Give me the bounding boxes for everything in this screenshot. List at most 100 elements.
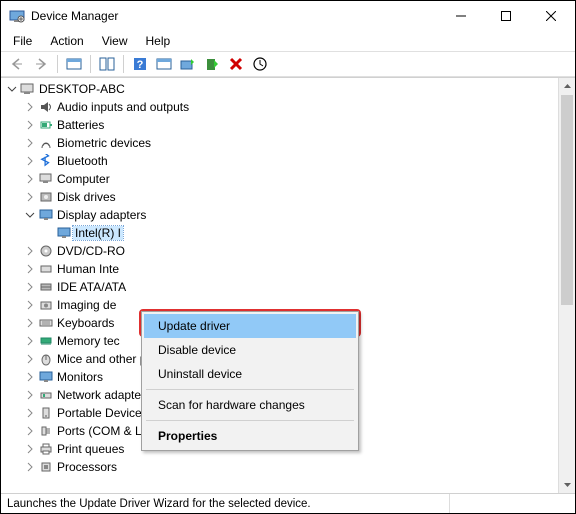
window-title: Device Manager bbox=[31, 9, 438, 23]
maximize-button[interactable] bbox=[483, 1, 528, 31]
vertical-scrollbar[interactable] bbox=[558, 78, 575, 493]
bluetooth-icon bbox=[37, 153, 55, 169]
tree-item[interactable]: DVD/CD-RO bbox=[1, 242, 558, 260]
menu-bar: File Action View Help bbox=[1, 31, 575, 51]
chevron-right-icon[interactable] bbox=[23, 300, 37, 310]
tree-item-label: Monitors bbox=[57, 370, 103, 384]
tree-item[interactable]: Human Inte bbox=[1, 260, 558, 278]
ctx-separator bbox=[146, 389, 354, 390]
chevron-right-icon[interactable] bbox=[23, 372, 37, 382]
mouse-icon bbox=[37, 351, 55, 367]
help-button[interactable]: ? bbox=[128, 53, 152, 75]
show-hidden-button[interactable] bbox=[62, 53, 86, 75]
tree-item[interactable]: IDE ATA/ATA bbox=[1, 278, 558, 296]
chevron-right-icon[interactable] bbox=[23, 102, 37, 112]
chevron-right-icon[interactable] bbox=[23, 120, 37, 130]
chevron-down-icon[interactable] bbox=[23, 210, 37, 220]
ctx-properties[interactable]: Properties bbox=[144, 424, 356, 448]
tree-item-label: Imaging de bbox=[57, 298, 116, 312]
tree-item-label: Print queues bbox=[57, 442, 124, 456]
tree-item-label: Portable Devices bbox=[57, 406, 148, 420]
scan-hardware-button[interactable] bbox=[152, 53, 176, 75]
chevron-right-icon[interactable] bbox=[23, 318, 37, 328]
content-area: DESKTOP-ABC Audio inputs and outputs Bat… bbox=[1, 77, 575, 493]
chevron-down-icon[interactable] bbox=[5, 84, 19, 94]
tree-item-label: Audio inputs and outputs bbox=[57, 100, 189, 114]
scroll-track[interactable] bbox=[559, 95, 575, 476]
dvd-icon bbox=[37, 243, 55, 259]
forward-button[interactable] bbox=[29, 53, 53, 75]
monitor-icon bbox=[37, 369, 55, 385]
chevron-right-icon[interactable] bbox=[23, 408, 37, 418]
chevron-right-icon[interactable] bbox=[23, 264, 37, 274]
menu-help[interactable]: Help bbox=[138, 33, 179, 49]
tree-item[interactable]: Bluetooth bbox=[1, 152, 558, 170]
tree-item-label: Intel(R) I bbox=[73, 226, 123, 240]
tree-item-label: Processors bbox=[57, 460, 117, 474]
ctx-disable-device[interactable]: Disable device bbox=[144, 338, 356, 362]
chevron-right-icon[interactable] bbox=[23, 138, 37, 148]
tree-item[interactable]: Audio inputs and outputs bbox=[1, 98, 558, 116]
chevron-right-icon[interactable] bbox=[23, 156, 37, 166]
update-driver-button[interactable] bbox=[176, 53, 200, 75]
status-text: Launches the Update Driver Wizard for th… bbox=[7, 498, 311, 510]
app-icon bbox=[9, 8, 25, 24]
menu-view[interactable]: View bbox=[94, 33, 136, 49]
ports-icon bbox=[37, 423, 55, 439]
camera-icon bbox=[37, 297, 55, 313]
tree-item-label: Disk drives bbox=[57, 190, 116, 204]
display-icon bbox=[55, 225, 73, 241]
toolbar: ? bbox=[1, 51, 575, 77]
menu-action[interactable]: Action bbox=[42, 33, 91, 49]
scroll-down-button[interactable] bbox=[559, 476, 575, 493]
ctx-scan-hardware[interactable]: Scan for hardware changes bbox=[144, 393, 356, 417]
tree-item[interactable]: Computer bbox=[1, 170, 558, 188]
chevron-right-icon[interactable] bbox=[23, 444, 37, 454]
tree-item[interactable]: Disk drives bbox=[1, 188, 558, 206]
chevron-right-icon[interactable] bbox=[23, 426, 37, 436]
chevron-right-icon[interactable] bbox=[23, 390, 37, 400]
scroll-thumb[interactable] bbox=[561, 95, 573, 305]
disk-icon bbox=[37, 189, 55, 205]
ctx-uninstall-device[interactable]: Uninstall device bbox=[144, 362, 356, 386]
properties-button[interactable] bbox=[95, 53, 119, 75]
context-menu: Update driver Disable device Uninstall d… bbox=[141, 311, 359, 451]
display-icon bbox=[37, 207, 55, 223]
chevron-right-icon[interactable] bbox=[23, 246, 37, 256]
chevron-right-icon[interactable] bbox=[23, 462, 37, 472]
chevron-right-icon[interactable] bbox=[23, 282, 37, 292]
back-button[interactable] bbox=[5, 53, 29, 75]
tree-item[interactable]: Processors bbox=[1, 458, 558, 476]
menu-file[interactable]: File bbox=[5, 33, 40, 49]
tree-item-label: Network adapters bbox=[57, 388, 151, 402]
ctx-update-driver[interactable]: Update driver bbox=[144, 314, 356, 338]
tree-item[interactable]: Batteries bbox=[1, 116, 558, 134]
computer-icon bbox=[37, 171, 55, 187]
minimize-button[interactable] bbox=[438, 1, 483, 31]
ide-icon bbox=[37, 279, 55, 295]
chevron-right-icon[interactable] bbox=[23, 336, 37, 346]
chevron-right-icon[interactable] bbox=[23, 354, 37, 364]
tree-root[interactable]: DESKTOP-ABC bbox=[1, 80, 558, 98]
status-segment bbox=[449, 494, 569, 513]
hid-icon bbox=[37, 261, 55, 277]
tree-root-label: DESKTOP-ABC bbox=[39, 82, 125, 96]
tree-item-label: Computer bbox=[57, 172, 110, 186]
chevron-right-icon[interactable] bbox=[23, 192, 37, 202]
disable-device-button[interactable] bbox=[200, 53, 224, 75]
tree-item-display-adapters[interactable]: Display adapters bbox=[1, 206, 558, 224]
status-bar: Launches the Update Driver Wizard for th… bbox=[1, 493, 575, 513]
uninstall-device-button[interactable] bbox=[224, 53, 248, 75]
tree-item-intel-graphics[interactable]: Intel(R) I bbox=[1, 224, 558, 242]
chevron-right-icon[interactable] bbox=[23, 174, 37, 184]
keyboard-icon bbox=[37, 315, 55, 331]
scroll-up-button[interactable] bbox=[559, 78, 575, 95]
close-button[interactable] bbox=[528, 1, 573, 31]
computer-icon bbox=[19, 81, 37, 97]
portable-icon bbox=[37, 405, 55, 421]
scan-changes-button[interactable] bbox=[248, 53, 272, 75]
tree-item-label: Biometric devices bbox=[57, 136, 151, 150]
tree-item-label: Keyboards bbox=[57, 316, 114, 330]
tree-item[interactable]: Biometric devices bbox=[1, 134, 558, 152]
svg-text:?: ? bbox=[137, 59, 144, 71]
